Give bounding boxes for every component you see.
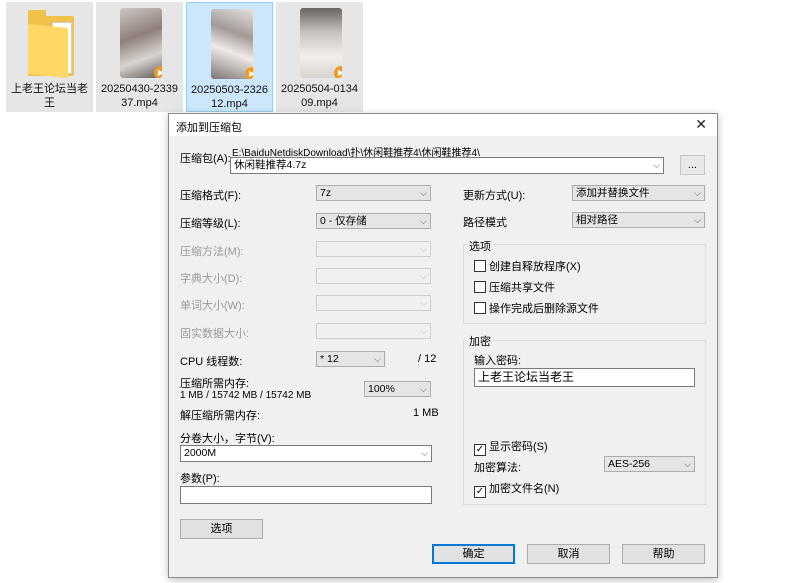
params-input[interactable] bbox=[180, 486, 432, 504]
options-button[interactable]: 选项 bbox=[180, 519, 263, 539]
word-label: 单词大小(W): bbox=[180, 300, 245, 312]
browse-button[interactable]: ... bbox=[680, 155, 705, 175]
play-icon: ▶ bbox=[154, 66, 162, 78]
encrypt-names-label: 加密文件名(N) bbox=[489, 483, 560, 495]
format-select[interactable]: 7z ⌵ bbox=[316, 185, 431, 201]
enc-method-select[interactable]: AES-256 ⌵ bbox=[604, 456, 695, 472]
password-input[interactable]: 上老王论坛当老王 bbox=[474, 368, 695, 387]
sfx-label: 创建自释放程序(X) bbox=[489, 261, 581, 273]
cancel-button[interactable]: 取消 bbox=[527, 544, 610, 564]
checkbox-icon bbox=[474, 302, 486, 314]
archive-label: 压缩包(A): bbox=[180, 153, 231, 165]
decomp-label: 解压缩所需内存: bbox=[180, 410, 261, 422]
chevron-down-icon: ⌵ bbox=[684, 459, 691, 469]
dict-label: 字典大小(D): bbox=[180, 273, 243, 285]
split-value: 2000M bbox=[184, 447, 217, 459]
solid-label: 固实数据大小: bbox=[180, 328, 250, 340]
chevron-down-icon: ⌵ bbox=[420, 188, 427, 198]
title-bar: 添加到压缩包 ✕ bbox=[169, 114, 717, 136]
help-button[interactable]: 帮助 bbox=[622, 544, 705, 564]
decomp-value: 1 MB bbox=[413, 407, 439, 419]
dict-select: ⌵ bbox=[316, 268, 431, 284]
split-select[interactable]: 2000M ⌵ bbox=[180, 445, 432, 462]
checkbox-checked-icon: ✓ bbox=[474, 486, 486, 498]
level-select[interactable]: 0 - 仅存储 ⌵ bbox=[316, 213, 431, 229]
threads-select[interactable]: * 12 ⌵ bbox=[316, 351, 385, 367]
level-value: 0 - 仅存储 bbox=[320, 215, 367, 227]
encrypt-names-checkbox[interactable]: ✓ 加密文件名(N) bbox=[474, 480, 559, 498]
options-group-label: 选项 bbox=[467, 238, 493, 254]
update-label: 更新方式(U): bbox=[463, 190, 526, 202]
enc-method-label: 加密算法: bbox=[474, 462, 522, 474]
password-label: 输入密码: bbox=[474, 355, 522, 367]
checkbox-icon bbox=[474, 260, 486, 272]
add-to-archive-dialog: 添加到压缩包 ✕ 压缩包(A): E:\BaiduNetdiskDownload… bbox=[168, 113, 718, 578]
chevron-down-icon: ⌵ bbox=[420, 326, 427, 336]
method-label: 压缩方法(M): bbox=[180, 246, 244, 258]
word-select: ⌵ bbox=[316, 295, 431, 311]
video-thumbnail: ▶ bbox=[300, 8, 342, 78]
show-password-label: 显示密码(S) bbox=[489, 441, 548, 453]
chevron-down-icon: ⌵ bbox=[420, 298, 427, 308]
threads-max: / 12 bbox=[418, 353, 437, 365]
file-tile-video-1[interactable]: ▶ 20250430-2339 37.mp4 bbox=[96, 2, 183, 112]
file-name: 20250503-2326 12.mp4 bbox=[190, 84, 269, 110]
chevron-down-icon: ⌵ bbox=[420, 271, 427, 281]
file-name: 20250430-2339 37.mp4 bbox=[100, 83, 179, 109]
file-tile-folder[interactable]: 上老王论坛当老王 bbox=[6, 2, 93, 112]
video-thumbnail: ▶ bbox=[120, 8, 162, 78]
encryption-group-label: 加密 bbox=[467, 333, 493, 349]
archive-name-combo[interactable]: 休闲鞋推荐4.7z ⌵ bbox=[230, 157, 664, 174]
shared-label: 压缩共享文件 bbox=[489, 282, 555, 294]
solid-select: ⌵ bbox=[316, 323, 431, 339]
threads-label: CPU 线程数: bbox=[180, 356, 243, 368]
path-mode-select[interactable]: 相对路径 ⌵ bbox=[572, 212, 705, 228]
chevron-down-icon: ⌵ bbox=[420, 244, 427, 254]
enc-method-value: AES-256 bbox=[608, 458, 651, 470]
show-password-checkbox[interactable]: ✓ 显示密码(S) bbox=[474, 438, 548, 456]
file-name: 20250504-0134 09.mp4 bbox=[280, 83, 359, 109]
mem-value: 100% bbox=[368, 383, 395, 395]
update-value: 添加并替换文件 bbox=[576, 187, 650, 199]
chevron-down-icon: ⌵ bbox=[653, 160, 660, 170]
checkbox-icon bbox=[474, 281, 486, 293]
chevron-down-icon: ⌵ bbox=[374, 354, 381, 364]
folder-icon bbox=[28, 10, 74, 79]
play-icon: ▶ bbox=[245, 67, 253, 79]
format-value: 7z bbox=[320, 187, 332, 199]
split-label: 分卷大小，字节(V): bbox=[180, 433, 275, 445]
archive-name-value: 休闲鞋推荐4.7z bbox=[234, 159, 307, 171]
delete-source-checkbox[interactable]: 操作完成后删除源文件 bbox=[474, 300, 599, 316]
file-tile-video-2[interactable]: ▶ 20250503-2326 12.mp4 bbox=[186, 2, 273, 112]
chevron-down-icon: ⌵ bbox=[420, 216, 427, 226]
play-icon: ▶ bbox=[334, 66, 342, 78]
ok-button[interactable]: 确定 bbox=[432, 544, 515, 564]
chevron-down-icon: ⌵ bbox=[694, 215, 701, 225]
chevron-down-icon: ⌵ bbox=[421, 448, 428, 458]
mem-detail: 1 MB / 15742 MB / 15742 MB bbox=[180, 390, 312, 401]
path-mode-label: 路径模式 bbox=[463, 217, 507, 229]
level-label: 压缩等级(L): bbox=[180, 218, 241, 230]
path-mode-value: 相对路径 bbox=[576, 214, 618, 226]
params-label: 参数(P): bbox=[180, 473, 220, 485]
close-icon[interactable]: ✕ bbox=[695, 116, 707, 133]
threads-value: * 12 bbox=[320, 353, 339, 365]
video-thumbnail: ▶ bbox=[211, 9, 253, 79]
chevron-down-icon: ⌵ bbox=[694, 188, 701, 198]
mem-select[interactable]: 100% ⌵ bbox=[364, 381, 431, 397]
sfx-checkbox[interactable]: 创建自释放程序(X) bbox=[474, 258, 581, 274]
method-select: ⌵ bbox=[316, 241, 431, 257]
delete-source-label: 操作完成后删除源文件 bbox=[489, 303, 599, 315]
chevron-down-icon: ⌵ bbox=[420, 384, 427, 394]
update-select[interactable]: 添加并替换文件 ⌵ bbox=[572, 185, 705, 201]
dialog-title: 添加到压缩包 bbox=[176, 122, 242, 134]
mem-label: 压缩所需内存: bbox=[180, 378, 250, 390]
shared-checkbox[interactable]: 压缩共享文件 bbox=[474, 279, 555, 295]
format-label: 压缩格式(F): bbox=[180, 190, 242, 202]
file-tile-video-3[interactable]: ▶ 20250504-0134 09.mp4 bbox=[276, 2, 363, 112]
checkbox-checked-icon: ✓ bbox=[474, 444, 486, 456]
file-name: 上老王论坛当老王 bbox=[11, 83, 88, 109]
